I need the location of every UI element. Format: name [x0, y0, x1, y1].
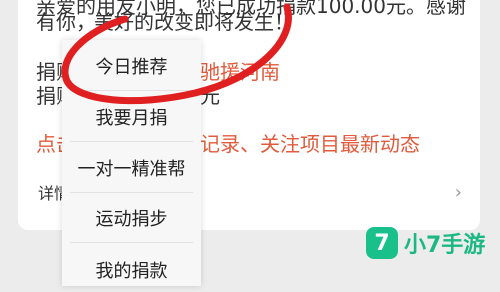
menu-divider: [70, 141, 193, 142]
logo-badge-icon: 7: [366, 227, 398, 259]
menu-divider: [70, 192, 193, 193]
menu-item-monthly-donation[interactable]: 我要月捐: [62, 95, 201, 139]
menu-item-today-recommend[interactable]: 今日推荐: [62, 44, 201, 88]
donation-line-4-tail: 元: [200, 84, 220, 108]
site-watermark-logo: 7 小7手游: [366, 225, 485, 261]
menu-item-step-donation[interactable]: 运动捐步: [62, 196, 201, 240]
menu-item-one-on-one-help[interactable]: 一对一精准帮: [62, 146, 201, 190]
thank-you-line-2a: 有你，: [36, 10, 96, 34]
thank-you-line-2b: 美好的改变即将发生！: [94, 10, 294, 34]
follow-updates-link[interactable]: 记录、关注项目最新动态: [200, 132, 420, 156]
project-name-link[interactable]: 驰援河南: [200, 60, 280, 84]
logo-text: 小7手游: [404, 233, 486, 258]
menu-divider: [70, 90, 193, 91]
menu-divider: [70, 242, 193, 243]
popup-menu: 今日推荐 我要月捐 一对一精准帮 运动捐步 我的捐款: [62, 40, 201, 286]
menu-item-my-donations[interactable]: 我的捐款: [62, 248, 201, 292]
chevron-right-icon: ›: [454, 182, 462, 203]
